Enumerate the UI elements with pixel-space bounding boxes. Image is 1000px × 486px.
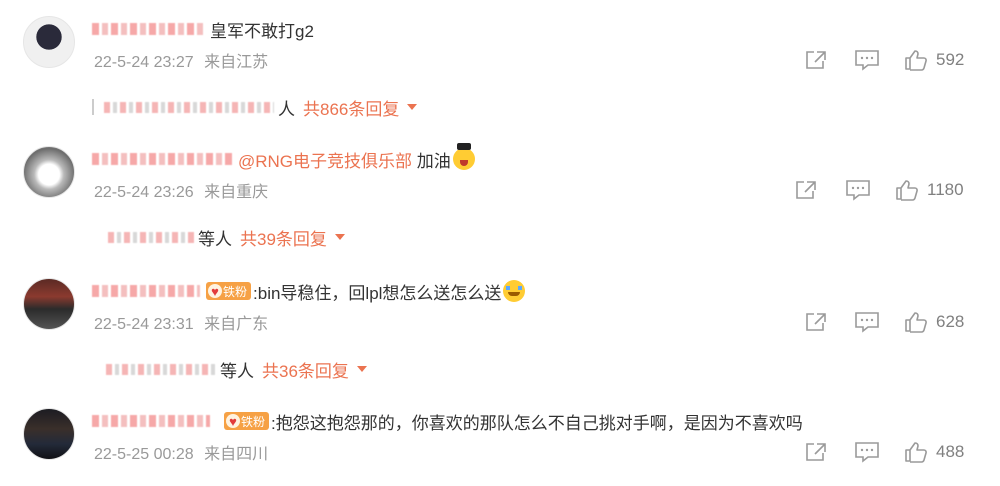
reply-suffix: 等人 [220, 361, 254, 381]
replier-names-redacted [108, 231, 194, 243]
username-redacted[interactable] [92, 285, 200, 297]
reply-count-link[interactable]: 共866条回复 [303, 95, 399, 120]
like-button[interactable]: 628 [904, 308, 964, 336]
username-redacted[interactable] [92, 153, 232, 165]
reply-suffix: 等人 [198, 229, 232, 249]
comment-time: 22-5-25 00:28 [94, 446, 194, 463]
like-button[interactable]: 1180 [895, 176, 964, 204]
like-count: 1180 [927, 180, 964, 199]
reply-count-link[interactable]: 共39条回复 [240, 225, 327, 250]
comment-location: 来自广东 [204, 316, 269, 333]
avatar[interactable] [23, 16, 75, 68]
reply-summary[interactable]: 等人 共36条回复 [106, 356, 367, 382]
crying-emoji-icon [503, 280, 526, 302]
comment-body: 皇军不敢打g2 [92, 16, 314, 42]
replier-names-redacted [106, 363, 216, 375]
avatar[interactable] [23, 146, 75, 198]
share-button[interactable] [804, 438, 828, 466]
reply-count-link[interactable]: 共36条回复 [262, 357, 349, 382]
chevron-down-icon [334, 234, 345, 240]
share-button[interactable] [794, 176, 818, 204]
like-button[interactable]: 592 [904, 46, 964, 74]
reply-summary[interactable]: 等人 共39条回复 [108, 224, 345, 250]
comment-text: :抱怨这抱怨那的，你喜欢的那队怎么不自己挑对手啊，是因为不喜欢吗 [271, 413, 803, 433]
comment-text: 加油 [412, 151, 451, 171]
comment-location: 来自重庆 [204, 184, 269, 201]
share-icon [796, 181, 816, 199]
comment-meta: 22-5-24 23:26 来自重庆 [94, 178, 268, 202]
avatar[interactable] [23, 408, 75, 460]
action-bar: 488 [700, 438, 1000, 466]
comment-time: 22-5-24 23:26 [94, 184, 194, 201]
share-button[interactable] [804, 46, 828, 74]
reply-divider [92, 99, 94, 115]
like-count: 488 [936, 442, 965, 461]
chevron-down-icon [407, 104, 418, 110]
comment-icon [855, 312, 879, 333]
like-count: 592 [936, 50, 965, 69]
comment-meta: 22-5-24 23:27 来自江苏 [94, 48, 268, 72]
reply-summary[interactable]: 人 共866条回复 [92, 94, 418, 120]
share-icon [806, 443, 826, 461]
comment-item: 皇军不敢打g2 22-5-24 23:27 来自江苏 592 人 共866条回复 [0, 16, 1000, 126]
action-bar: 592 [700, 46, 1000, 74]
comment-meta: 22-5-25 00:28 来自四川 [94, 440, 268, 464]
share-icon [806, 51, 826, 69]
fan-badge: ♥ 铁粉 [224, 412, 270, 430]
action-bar: 1180 [700, 176, 1000, 204]
share-icon [806, 313, 826, 331]
comment-time: 22-5-24 23:31 [94, 316, 194, 333]
badge-label: 铁粉 [223, 284, 248, 299]
comment-text: :bin导稳住，回lpl想怎么送怎么送 [253, 283, 502, 303]
like-icon [905, 442, 927, 463]
like-icon [896, 180, 918, 201]
comment-meta: 22-5-24 23:31 来自广东 [94, 310, 268, 334]
username-redacted[interactable] [92, 415, 210, 427]
comment-button[interactable] [854, 46, 880, 74]
comment-button[interactable] [854, 308, 880, 336]
like-button[interactable]: 488 [904, 438, 964, 466]
replier-names-redacted [104, 101, 274, 113]
like-icon [905, 50, 927, 71]
comment-location: 来自四川 [204, 446, 269, 463]
avatar[interactable] [23, 278, 75, 330]
heart-icon: ♥ [226, 414, 240, 429]
comment-body: ♥ 铁粉 :bin导稳住，回lpl想怎么送怎么送 [92, 278, 526, 304]
comment-location: 来自江苏 [204, 54, 269, 71]
fan-badge: ♥ 铁粉 [206, 282, 252, 300]
mention-link[interactable]: @RNG电子竞技俱乐部 [238, 147, 412, 172]
comment-item: ♥ 铁粉 :bin导稳住，回lpl想怎么送怎么送 22-5-24 23:31 来… [0, 278, 1000, 388]
comment-time: 22-5-24 23:27 [94, 54, 194, 71]
comment-icon [855, 442, 879, 463]
comment-body: ♥ 铁粉 :抱怨这抱怨那的，你喜欢的那队怎么不自己挑对手啊，是因为不喜欢吗 [92, 408, 803, 434]
share-button[interactable] [804, 308, 828, 336]
chevron-down-icon [356, 366, 367, 372]
comment-icon [846, 180, 870, 201]
comment-button[interactable] [854, 438, 880, 466]
comment-item: @RNG电子竞技俱乐部 加油 22-5-24 23:26 来自重庆 1180 等… [0, 143, 1000, 256]
like-count: 628 [936, 312, 965, 331]
comment-button[interactable] [845, 176, 871, 204]
badge-label: 铁粉 [241, 414, 266, 429]
comment-item: ♥ 铁粉 :抱怨这抱怨那的，你喜欢的那队怎么不自己挑对手啊，是因为不喜欢吗 22… [0, 408, 1000, 478]
comment-text: 皇军不敢打g2 [210, 21, 314, 41]
heart-icon: ♥ [208, 284, 222, 299]
action-bar: 628 [700, 308, 1000, 336]
comment-body: @RNG电子竞技俱乐部 加油 [92, 143, 475, 172]
cheer-emoji-icon [452, 143, 475, 170]
like-icon [905, 312, 927, 333]
reply-suffix: 人 [278, 99, 295, 119]
username-redacted[interactable] [92, 23, 204, 35]
comment-icon [855, 50, 879, 71]
